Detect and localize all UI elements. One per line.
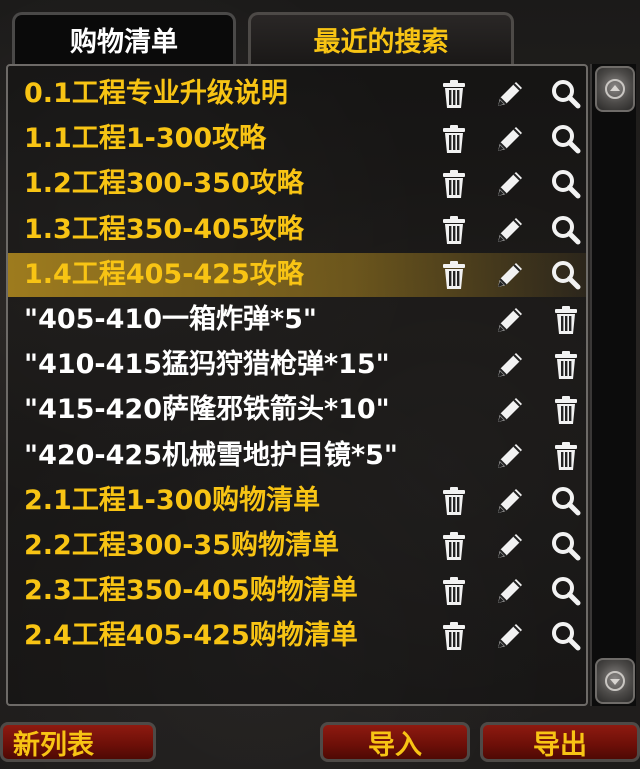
list-item-selected[interactable]: 1.4工程405-425攻略	[8, 253, 586, 297]
new-list-button[interactable]: 新列表	[0, 722, 156, 762]
arrow-down-icon	[605, 671, 625, 691]
list-item[interactable]: 2.4工程405-425购物清单	[8, 614, 586, 658]
pencil-icon[interactable]	[494, 304, 526, 336]
magnifier-icon[interactable]	[550, 620, 582, 652]
magnifier-icon[interactable]	[550, 168, 582, 200]
list-item[interactable]: 2.1工程1-300购物清单	[8, 479, 586, 523]
list-item-label: 2.2工程300-35购物清单	[24, 530, 339, 561]
pencil-icon[interactable]	[494, 394, 526, 426]
list-item[interactable]: "415-420萨隆邪铁箭头*10"	[8, 388, 586, 432]
trash-icon[interactable]	[438, 620, 470, 652]
pencil-icon[interactable]	[494, 168, 526, 200]
trash-icon[interactable]	[550, 304, 582, 336]
scrollbar-track[interactable]	[590, 64, 636, 706]
list-item[interactable]: 2.3工程350-405购物清单	[8, 569, 586, 613]
list-item[interactable]: 1.1工程1-300攻略	[8, 117, 586, 161]
list-item-label: 2.1工程1-300购物清单	[24, 485, 321, 516]
list-item-label: 2.3工程350-405购物清单	[24, 575, 358, 606]
pencil-icon[interactable]	[494, 530, 526, 562]
pencil-icon[interactable]	[494, 575, 526, 607]
export-button[interactable]: 导出	[480, 722, 640, 762]
trash-icon[interactable]	[550, 349, 582, 381]
pencil-icon[interactable]	[494, 620, 526, 652]
list-item[interactable]: 2.2工程300-35购物清单	[8, 524, 586, 568]
pencil-icon[interactable]	[494, 485, 526, 517]
trash-icon[interactable]	[438, 485, 470, 517]
trash-icon[interactable]	[550, 394, 582, 426]
trash-icon[interactable]	[438, 575, 470, 607]
list-item-label: 1.2工程300-350攻略	[24, 168, 304, 199]
list-item-label: "405-410一箱炸弹*5"	[24, 304, 317, 335]
import-button[interactable]: 导入	[320, 722, 470, 762]
list-item[interactable]: 1.2工程300-350攻略	[8, 162, 586, 206]
trash-icon[interactable]	[438, 259, 470, 291]
arrow-up-icon	[605, 79, 625, 99]
pencil-icon[interactable]	[494, 78, 526, 110]
scroll-down-button[interactable]	[595, 658, 635, 704]
scroll-up-button[interactable]	[595, 66, 635, 112]
trash-icon[interactable]	[438, 214, 470, 246]
list-item-label: 2.4工程405-425购物清单	[24, 620, 358, 651]
magnifier-icon[interactable]	[550, 214, 582, 246]
list-item-label: 1.3工程350-405攻略	[24, 214, 304, 245]
list-item[interactable]: 0.1工程专业升级说明	[8, 72, 586, 116]
trash-icon[interactable]	[438, 168, 470, 200]
magnifier-icon[interactable]	[550, 123, 582, 155]
list-item[interactable]: "420-425机械雪地护目镜*5"	[8, 434, 586, 478]
magnifier-icon[interactable]	[550, 575, 582, 607]
list-item-label: "410-415猛犸狩猎枪弹*15"	[24, 349, 390, 380]
magnifier-icon[interactable]	[550, 485, 582, 517]
tab-shopping-list[interactable]: 购物清单	[12, 12, 236, 64]
pencil-icon[interactable]	[494, 123, 526, 155]
trash-icon[interactable]	[550, 440, 582, 472]
list-item-label: 0.1工程专业升级说明	[24, 78, 288, 109]
list-item-label: "420-425机械雪地护目镜*5"	[24, 440, 398, 471]
magnifier-icon[interactable]	[550, 259, 582, 291]
list-item[interactable]: "405-410一箱炸弹*5"	[8, 298, 586, 342]
pencil-icon[interactable]	[494, 440, 526, 472]
trash-icon[interactable]	[438, 123, 470, 155]
list-item[interactable]: "410-415猛犸狩猎枪弹*15"	[8, 343, 586, 387]
trash-icon[interactable]	[438, 530, 470, 562]
magnifier-icon[interactable]	[550, 78, 582, 110]
tab-recent-searches[interactable]: 最近的搜索	[248, 12, 514, 64]
list-item-label: "415-420萨隆邪铁箭头*10"	[24, 394, 390, 425]
pencil-icon[interactable]	[494, 349, 526, 381]
list-item-label: 1.4工程405-425攻略	[24, 259, 304, 290]
trash-icon[interactable]	[438, 78, 470, 110]
list-item-label: 1.1工程1-300攻略	[24, 123, 267, 154]
magnifier-icon[interactable]	[550, 530, 582, 562]
pencil-icon[interactable]	[494, 259, 526, 291]
list-item[interactable]: 1.3工程350-405攻略	[8, 208, 586, 252]
pencil-icon[interactable]	[494, 214, 526, 246]
